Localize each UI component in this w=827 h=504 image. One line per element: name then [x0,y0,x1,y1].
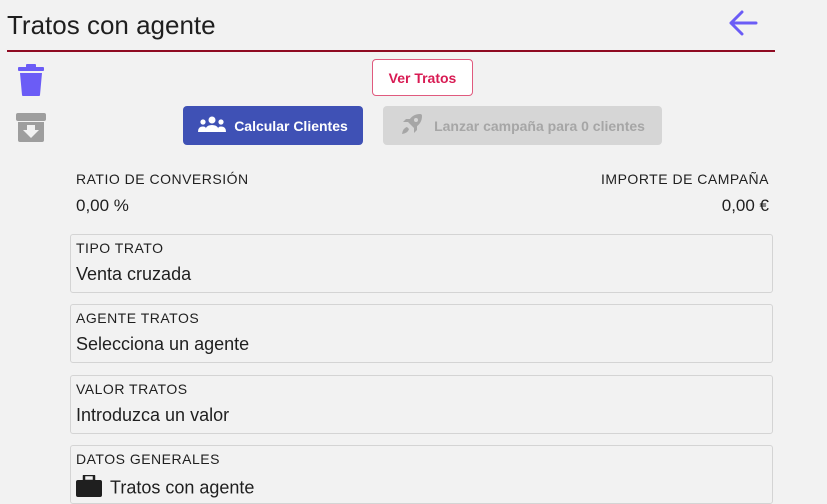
trash-icon [18,63,44,101]
lanzar-campana-label: Lanzar campaña para 0 clientes [434,117,645,134]
importe-campana-label: IMPORTE DE CAMPAÑA [601,171,769,187]
datos-generales-field[interactable]: DATOS GENERALES Tratos con agente [70,445,773,504]
archive-button[interactable] [15,112,47,146]
delete-button[interactable] [15,63,47,101]
ratio-conversion-value: 0,00 % [76,196,129,215]
lanzar-campana-button[interactable]: Lanzar campaña para 0 clientes [383,106,662,145]
field-value: Introduzca un valor [76,405,230,425]
field-value: Venta cruzada [76,264,192,284]
ratio-conversion-label: RATIO DE CONVERSIÓN [76,171,249,187]
archive-download-icon [15,111,47,148]
calcular-clientes-label: Calcular Clientes [234,117,348,134]
field-value-row: Tratos con agente [76,473,255,502]
field-label: VALOR TRATOS [76,381,188,397]
arrow-left-icon [728,10,758,41]
back-button[interactable] [725,8,761,42]
agente-tratos-field[interactable]: AGENTE TRATOS Selecciona un agente [70,304,773,363]
page-header: Tratos con agente [7,0,775,52]
field-label: DATOS GENERALES [76,451,220,467]
field-label: AGENTE TRATOS [76,310,200,326]
calcular-clientes-button[interactable]: Calcular Clientes [183,106,363,145]
briefcase-icon [76,473,102,502]
page-title: Tratos con agente [7,10,216,40]
importe-campana-value: 0,00 € [721,196,769,215]
field-label: TIPO TRATO [76,240,164,256]
ver-tratos-button[interactable]: Ver Tratos [372,59,473,96]
people-group-icon [198,116,227,135]
field-value: Selecciona un agente [76,334,250,354]
valor-tratos-field[interactable]: VALOR TRATOS Introduzca un valor [70,375,773,434]
tipo-trato-field[interactable]: TIPO TRATO Venta cruzada [70,234,773,293]
datos-generales-value: Tratos con agente [110,477,255,498]
rocket-icon [400,112,424,139]
